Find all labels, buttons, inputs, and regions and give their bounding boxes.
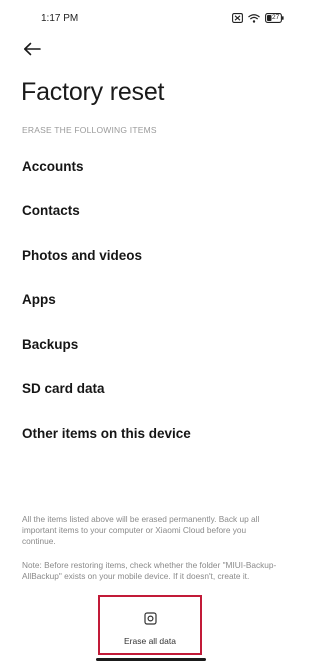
back-button[interactable]: [20, 41, 44, 61]
battery-icon: 27: [265, 13, 284, 23]
status-icons: 27: [232, 13, 284, 23]
battery-level: 27: [272, 14, 280, 21]
section-header: ERASE THE FOLLOWING ITEMS: [22, 125, 157, 135]
status-bar: 1:17 PM 27: [0, 0, 300, 40]
list-item-other-items: Other items on this device: [22, 425, 191, 441]
erase-phone-icon: [143, 612, 157, 630]
list-item-contacts: Contacts: [22, 203, 80, 219]
list-item-photos-and-videos: Photos and videos: [22, 247, 143, 263]
arrow-left-icon: [23, 42, 41, 61]
page-title: Factory reset: [21, 78, 165, 106]
home-indicator[interactable]: [96, 658, 206, 661]
list-item-sd-card-data: SD card data: [22, 381, 105, 397]
restore-note-text: Note: Before restoring items, check whet…: [22, 560, 277, 581]
list-item-apps: Apps: [22, 292, 56, 308]
list-item-accounts: Accounts: [22, 158, 84, 174]
erase-all-data-label: Erase all data: [124, 636, 176, 646]
list-item-backups: Backups: [22, 336, 79, 352]
erase-all-data-button[interactable]: Erase all data: [98, 595, 202, 655]
erase-warning-text: All the items listed above will be erase…: [22, 514, 260, 546]
wifi-icon: [248, 13, 260, 23]
sim-blocked-icon: [232, 13, 243, 23]
status-time: 1:17 PM: [41, 13, 79, 24]
erase-items-list: Accounts Contacts Photos and videos Apps…: [0, 144, 300, 456]
